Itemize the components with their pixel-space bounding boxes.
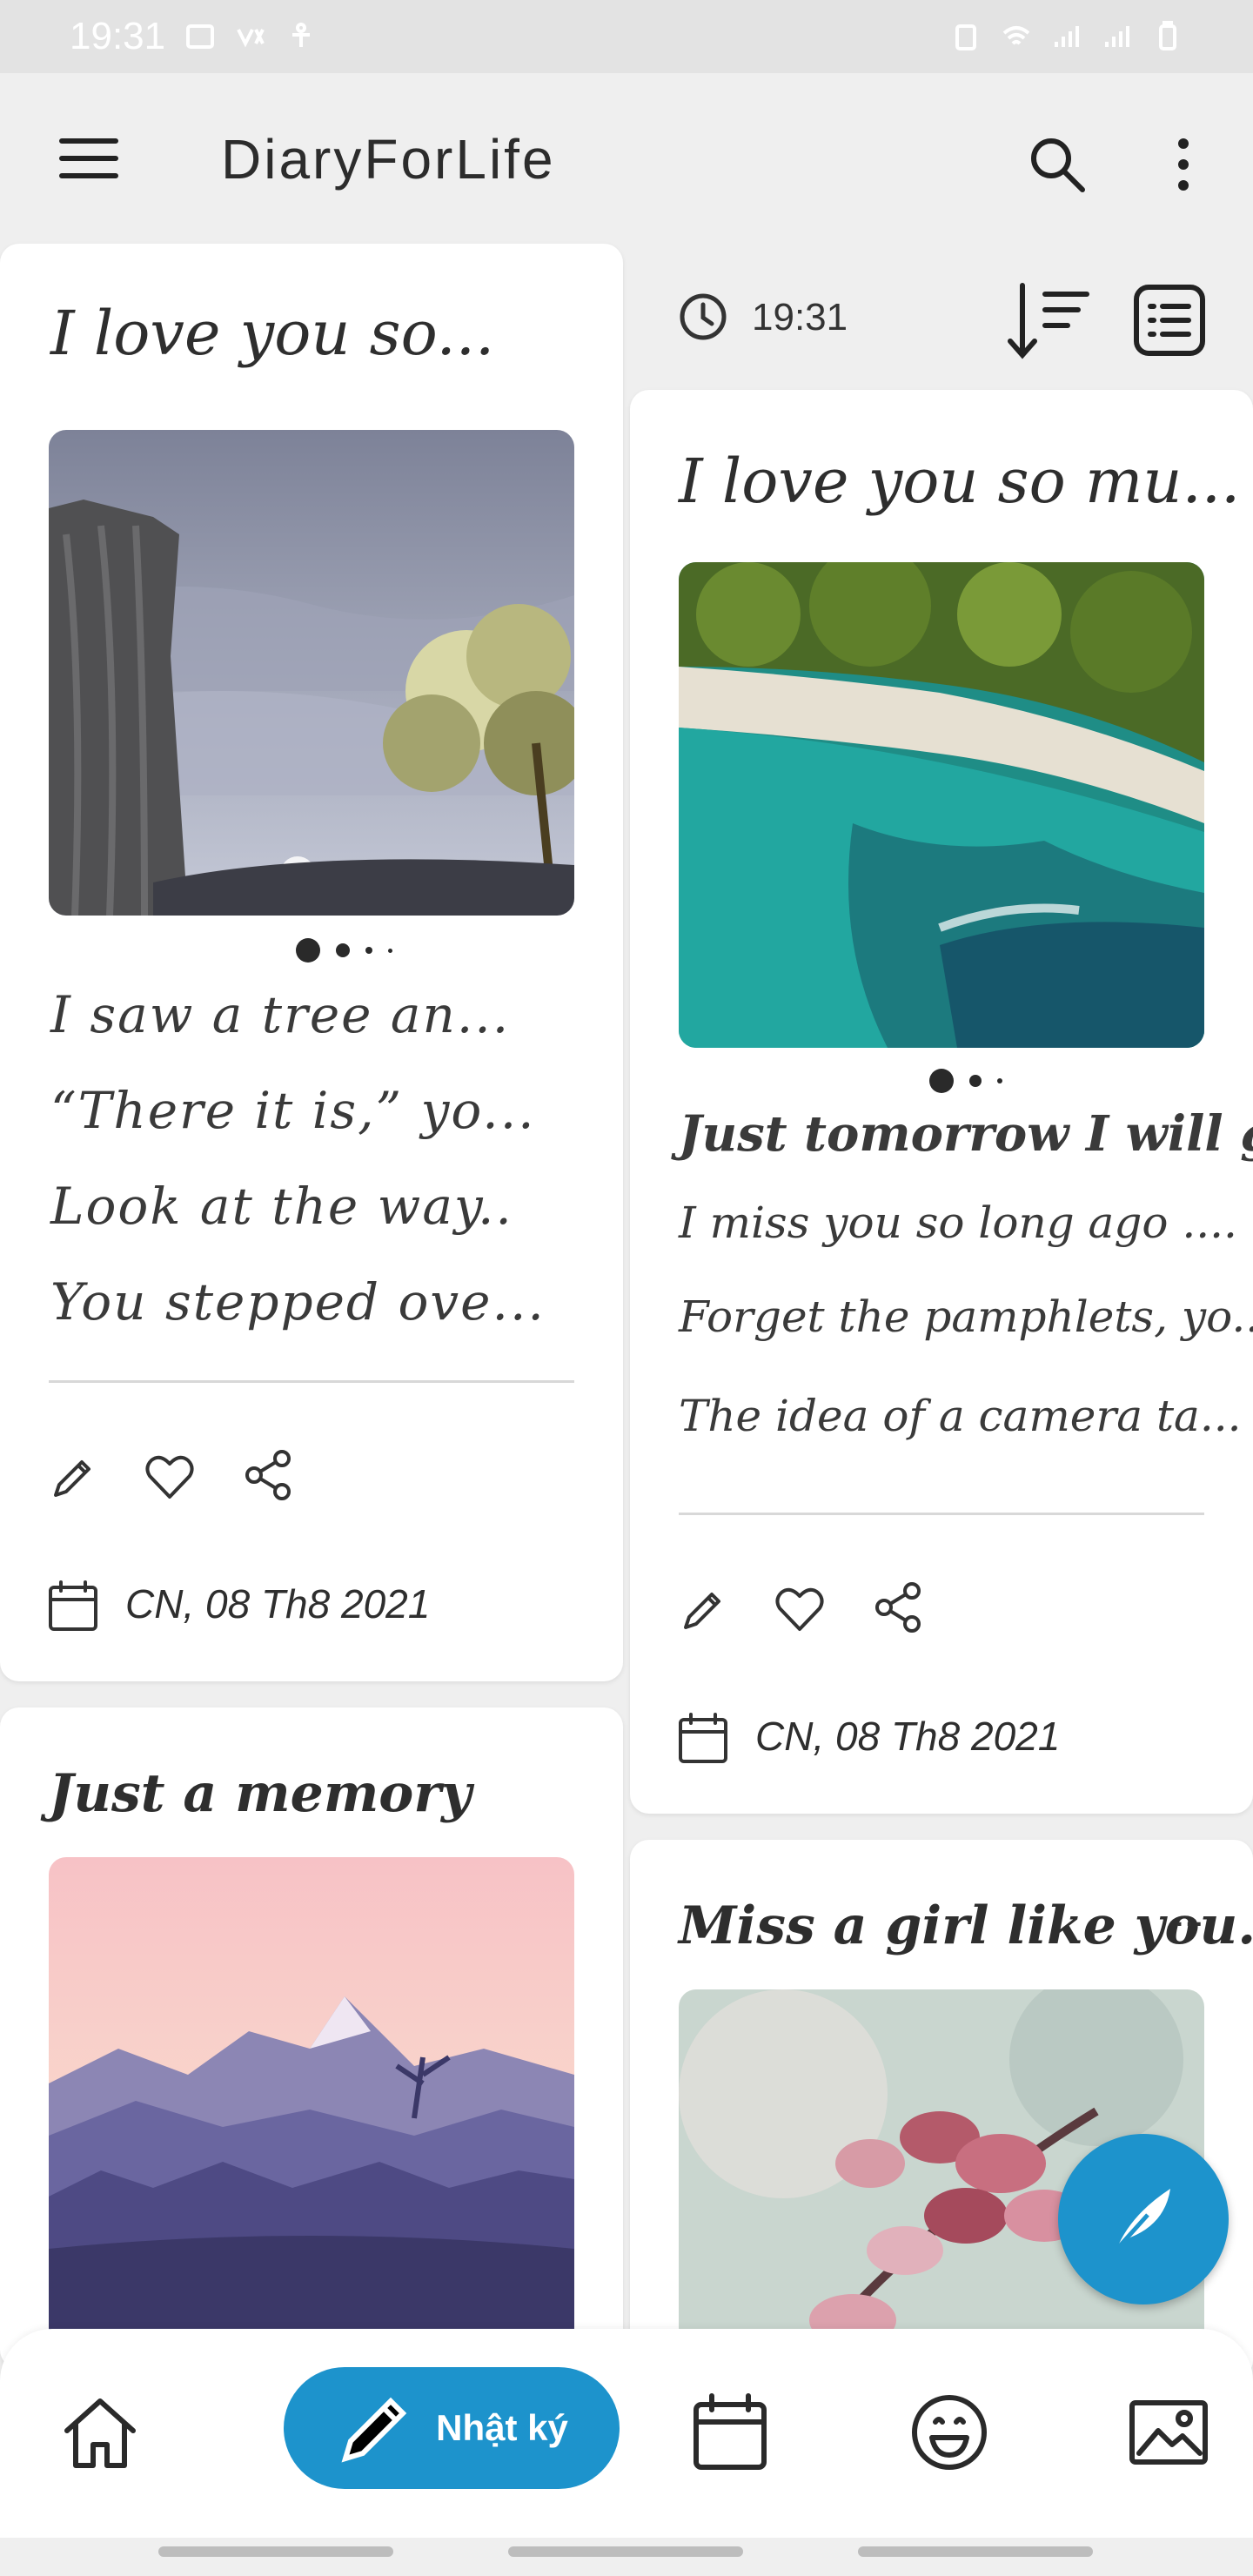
signal-icon [1055, 26, 1079, 47]
image-page-indicator [929, 1069, 1002, 1093]
gesture-handle[interactable] [858, 2546, 1093, 2557]
quill-feather-icon [1115, 2189, 1170, 2251]
list-toolbar: 19:31 [661, 261, 1218, 374]
calendar-icon [694, 2393, 767, 2470]
card-date: CN, 08 Th8 2021 [755, 1714, 1061, 1759]
card-image[interactable] [679, 562, 1204, 1048]
diary-card[interactable]: I love you so mu... Just tomorrow I will… [630, 390, 1253, 1814]
calendar-icon [49, 1580, 97, 1631]
nav-mood[interactable] [901, 2385, 997, 2480]
app-bar: DiaryForLife [0, 73, 1253, 244]
toolbar-time: 19:31 [752, 296, 848, 339]
card-text-line: “There it is,” yo... [50, 1081, 536, 1140]
overflow-menu-button[interactable] [1157, 125, 1209, 204]
nav-home[interactable] [52, 2385, 148, 2480]
hamburger-icon [59, 138, 118, 178]
view-mode-button[interactable] [1126, 277, 1213, 364]
battery-icon [1159, 21, 1176, 50]
card-text-line: You stepped ove... [50, 1272, 546, 1332]
battery-saver-icon [955, 24, 976, 50]
nav-calendar[interactable] [682, 2385, 778, 2480]
card-title: Just a memory [49, 1763, 472, 1824]
signal-2-icon [1105, 26, 1129, 47]
card-text-line: The idea of a camera ta... [679, 1391, 1242, 1441]
wifi-icon [1002, 26, 1030, 45]
nav-diary-label: Nhật ký [436, 2407, 568, 2448]
card-subtitle: Just tomorrow I will go... [679, 1105, 1253, 1163]
share-icon[interactable] [874, 1580, 922, 1634]
favorite-heart-icon[interactable] [143, 1452, 197, 1502]
pencil-icon [341, 2397, 407, 2463]
home-icon [64, 2398, 136, 2468]
card-image[interactable] [49, 430, 574, 916]
accessibility-notification-icon [292, 23, 311, 47]
favorite-heart-icon[interactable] [773, 1584, 827, 1634]
vpn-notification-icon [237, 29, 265, 48]
indicator-dot [296, 938, 320, 963]
aerial-beach-photo [679, 562, 1204, 1048]
card-date: CN, 08 Th8 2021 [125, 1581, 431, 1627]
diary-card[interactable]: Just a memory [0, 1707, 623, 2369]
card-title: Miss a girl like you... [679, 1895, 1253, 1956]
gesture-handle[interactable] [508, 2546, 743, 2557]
card-text-line: Forget the pamphlets, yo... [679, 1291, 1253, 1342]
bottom-navigation: Nhật ký [0, 2329, 1253, 2538]
calendar-icon [679, 1713, 727, 1763]
divider [679, 1513, 1204, 1515]
nav-gallery[interactable] [1121, 2385, 1216, 2480]
status-bar: 19:31 [0, 0, 1253, 73]
new-entry-fab[interactable] [1058, 2134, 1229, 2304]
card-title: I love you so... [50, 298, 495, 369]
search-button[interactable] [1018, 125, 1096, 204]
gesture-handle[interactable] [158, 2546, 393, 2557]
more-vertical-icon [1178, 138, 1189, 191]
sort-icon [1008, 283, 1089, 359]
menu-button[interactable] [47, 127, 131, 190]
clock-icon [680, 293, 727, 340]
image-page-indicator [296, 938, 392, 963]
edit-icon[interactable] [49, 1453, 97, 1502]
indicator-dot [969, 1075, 982, 1087]
indicator-dot [365, 947, 372, 954]
app-title: DiaryForLife [221, 128, 556, 191]
status-time: 19:31 [70, 15, 166, 57]
indicator-dot [997, 1078, 1002, 1083]
sort-button[interactable] [1001, 277, 1096, 364]
list-view-icon [1134, 285, 1205, 356]
gallery-notification-icon [186, 24, 215, 49]
card-image[interactable] [49, 1857, 574, 2345]
indicator-dot [388, 948, 392, 953]
mountain-sunset-illustration [49, 1857, 574, 2345]
diary-card[interactable]: I love you so... I saw a tree an... “The… [0, 244, 623, 1681]
system-gesture-bar [0, 2538, 1253, 2576]
edit-icon[interactable] [679, 1586, 727, 1634]
share-icon[interactable] [244, 1448, 292, 1502]
card-text-line: Look at the way.. [50, 1177, 513, 1236]
title-more-indicator: ... [1175, 1895, 1204, 1934]
nav-diary[interactable]: Nhật ký [284, 2367, 620, 2489]
smile-icon [912, 2395, 987, 2470]
image-gallery-icon [1129, 2400, 1208, 2465]
card-text-line: I saw a tree an... [50, 985, 511, 1044]
card-text-line: I miss you so long ago .... [679, 1197, 1237, 1248]
search-icon [1031, 138, 1085, 192]
indicator-dot [929, 1069, 954, 1093]
misty-cliff-illustration [49, 430, 574, 916]
indicator-dot [336, 943, 350, 957]
divider [49, 1380, 574, 1383]
card-title: I love you so mu... [679, 446, 1241, 517]
